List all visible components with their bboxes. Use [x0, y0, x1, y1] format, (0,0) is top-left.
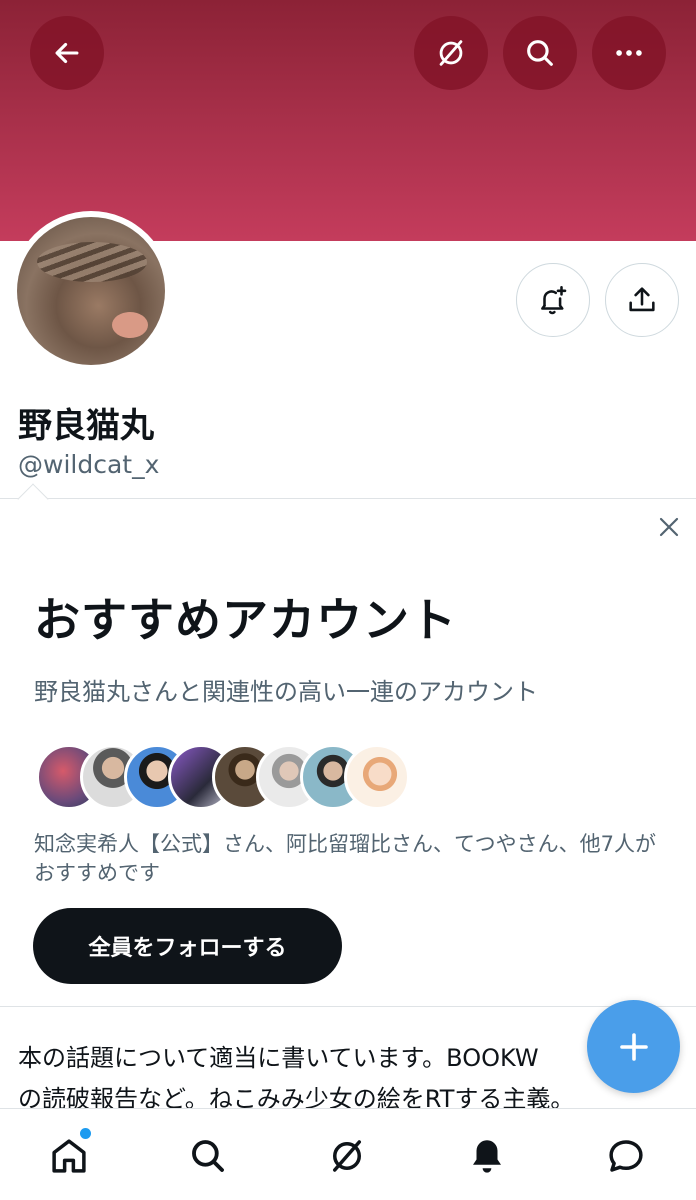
search-icon — [527, 40, 553, 66]
notification-dot — [80, 1128, 91, 1139]
nav-search[interactable] — [185, 1133, 231, 1179]
search-icon — [192, 1140, 224, 1172]
arrow-left-icon — [55, 42, 79, 64]
home-icon — [52, 1139, 86, 1173]
slashed-circle-icon — [333, 1140, 361, 1172]
divider — [0, 1006, 696, 1007]
bell-plus-icon — [541, 285, 567, 315]
avatar[interactable] — [11, 211, 171, 371]
share-icon — [629, 287, 655, 312]
nav-home[interactable] — [46, 1133, 92, 1179]
notify-button[interactable] — [516, 263, 590, 337]
recommended-by-text: 知念実希人【公式】さん、阿比留瑠比さん、てつやさん、他7人がおすすめです — [34, 832, 656, 885]
share-button[interactable] — [605, 263, 679, 337]
profile-banner — [0, 0, 696, 241]
bio-line: 本の話題について適当に書いています。BOOKW — [18, 1044, 539, 1072]
slashed-circle-icon — [439, 40, 463, 66]
handle: @wildcat_x — [18, 450, 160, 479]
back-button[interactable] — [30, 16, 104, 90]
callout-notch — [17, 483, 49, 515]
bell-icon — [473, 1140, 501, 1173]
more-button[interactable] — [592, 16, 666, 90]
search-button[interactable] — [503, 16, 577, 90]
message-icon — [609, 1140, 643, 1172]
close-button[interactable] — [654, 512, 684, 542]
avatar[interactable] — [344, 744, 410, 810]
follow-all-button[interactable]: 全員をフォローする — [33, 908, 342, 984]
more-horizontal-icon — [616, 50, 642, 56]
compose-button[interactable] — [587, 1000, 680, 1093]
spaces-button[interactable] — [414, 16, 488, 90]
nav-spaces[interactable] — [324, 1133, 370, 1179]
display-name: 野良猫丸 — [18, 406, 154, 446]
plus-icon — [619, 1032, 648, 1061]
nav-notifications[interactable] — [464, 1133, 510, 1179]
close-icon — [659, 517, 679, 537]
divider — [0, 498, 696, 499]
avatar-image — [17, 217, 165, 365]
nav-messages[interactable] — [603, 1133, 649, 1179]
recommend-subtitle: 野良猫丸さんと関連性の高い一連のアカウント — [34, 678, 538, 706]
bottom-nav — [0, 1108, 696, 1200]
recommend-title: おすすめアカウント — [34, 593, 457, 647]
